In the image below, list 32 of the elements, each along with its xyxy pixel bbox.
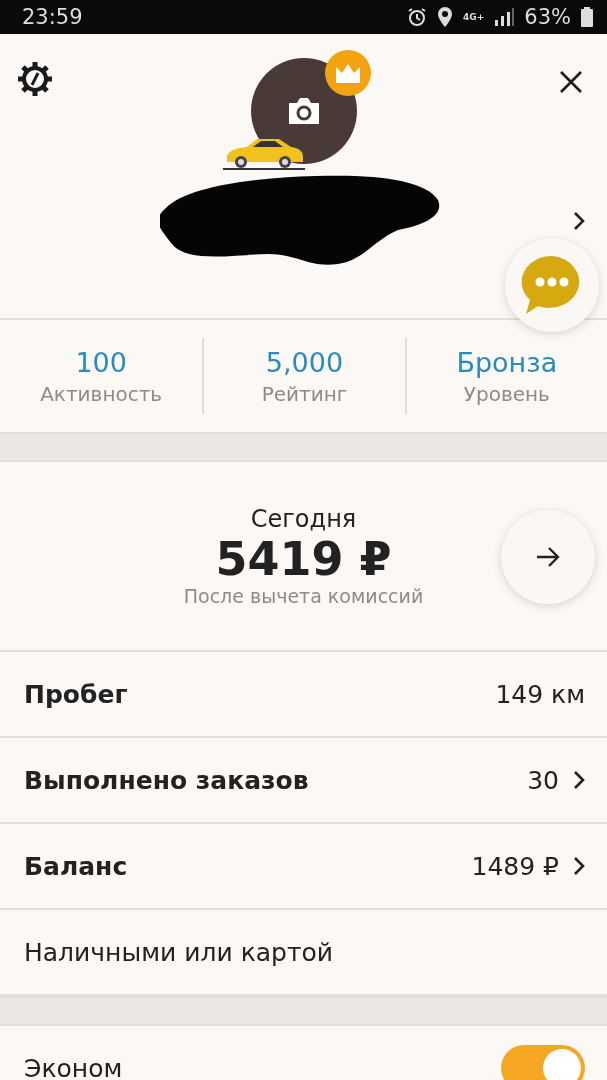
car-icon bbox=[222, 136, 305, 170]
tariff-toggle[interactable] bbox=[501, 1045, 585, 1080]
stat-label: Рейтинг bbox=[261, 381, 348, 406]
earnings-note: После вычета комиссий bbox=[183, 585, 424, 608]
settings-button[interactable] bbox=[16, 60, 54, 98]
profile-chevron-button[interactable] bbox=[573, 211, 585, 231]
row-label: Пробег bbox=[24, 679, 128, 709]
stat-value: Бронза bbox=[456, 346, 558, 378]
battery-icon bbox=[581, 7, 593, 27]
chevron-icon bbox=[573, 770, 585, 790]
row-value: 1489 ₽ bbox=[471, 851, 559, 881]
signal-icon bbox=[494, 8, 515, 26]
row-value: 30 bbox=[527, 765, 559, 795]
close-button[interactable] bbox=[559, 70, 583, 94]
stat-label: Активность bbox=[40, 381, 163, 406]
location-icon bbox=[437, 7, 454, 27]
battery-percent: 63% bbox=[524, 5, 571, 29]
earnings-amount: 5419 ₽ bbox=[215, 532, 392, 586]
row-label: Баланс bbox=[24, 851, 128, 881]
row-value: 149 км bbox=[495, 679, 585, 709]
alarm-icon bbox=[407, 7, 428, 27]
status-time: 23:59 bbox=[22, 5, 83, 29]
arrow-icon bbox=[535, 546, 561, 568]
today-title: Сегодня bbox=[250, 504, 357, 533]
tariff-label: Эконом bbox=[24, 1053, 123, 1080]
stat-value: 100 bbox=[75, 346, 127, 378]
stat-label: Уровень bbox=[463, 381, 550, 406]
chevron-icon bbox=[573, 856, 585, 876]
stat-value: 5,000 bbox=[265, 346, 344, 378]
network-type: 4G+ bbox=[463, 12, 485, 22]
row-label: Выполнено заказов bbox=[24, 765, 309, 795]
row-label: Наличными или картой bbox=[24, 937, 334, 967]
